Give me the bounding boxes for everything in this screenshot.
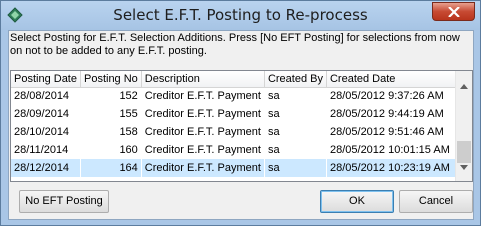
cell-created-by: sa (264, 123, 327, 141)
cell-posting-date: 28/08/2014 (11, 87, 81, 105)
cell-created-by: sa (264, 141, 327, 159)
scroll-up-arrow-icon[interactable] (460, 76, 468, 94)
cell-posting-no: 155 (80, 105, 142, 123)
cell-description: Creditor E.F.T. Payment (141, 123, 265, 141)
no-eft-posting-button[interactable]: No EFT Posting (19, 190, 109, 213)
cell-posting-date: 28/09/2014 (11, 105, 81, 123)
cell-posting-no: 152 (80, 87, 142, 105)
table-row[interactable]: 28/09/2014 155 Creditor E.F.T. Payment s… (11, 105, 465, 123)
column-header-created-date[interactable]: Created Date (326, 71, 465, 88)
cell-description: Creditor E.F.T. Payment (141, 141, 265, 159)
cell-created-by: sa (264, 105, 327, 123)
cell-created-date: 28/05/2012 10:23:19 AM (326, 159, 465, 177)
cell-description: Creditor E.F.T. Payment (141, 87, 265, 105)
cell-description: Creditor E.F.T. Payment (141, 105, 265, 123)
cell-posting-no: 164 (80, 159, 142, 177)
cell-posting-date: 28/10/2014 (11, 123, 81, 141)
header-row: Posting Date Posting No Description Crea… (11, 71, 465, 88)
postings-grid[interactable]: Posting Date Posting No Description Crea… (10, 70, 473, 182)
close-button[interactable] (432, 2, 475, 21)
scroll-down-arrow-icon[interactable] (460, 157, 468, 175)
column-header-description[interactable]: Description (141, 71, 265, 88)
table-row-selected[interactable]: 28/12/2014 164 Creditor E.F.T. Payment s… (11, 159, 465, 177)
title-bar[interactable]: Select E.F.T. Posting to Re-process (1, 1, 480, 30)
cell-created-by: sa (264, 159, 327, 177)
cell-description: Creditor E.F.T. Payment (141, 159, 265, 177)
cell-posting-no: 158 (80, 123, 142, 141)
cancel-button[interactable]: Cancel (399, 190, 473, 213)
dialog-window: Select E.F.T. Posting to Re-process Sele… (0, 0, 481, 226)
cell-posting-date: 28/12/2014 (11, 159, 81, 177)
cell-created-date: 28/05/2012 9:44:19 AM (326, 105, 465, 123)
vertical-scrollbar[interactable] (455, 71, 472, 181)
cell-created-by: sa (264, 87, 327, 105)
cell-created-date: 28/05/2012 9:51:46 AM (326, 123, 465, 141)
table-row[interactable]: 28/08/2014 152 Creditor E.F.T. Payment s… (11, 87, 465, 105)
instructions-text: Select Posting for E.F.T. Selection Addi… (10, 32, 460, 57)
cell-created-date: 28/05/2012 10:01:15 AM (326, 141, 465, 159)
dialog-body: Select Posting for E.F.T. Selection Addi… (8, 30, 474, 220)
postings-table: Posting Date Posting No Description Crea… (11, 71, 465, 177)
cell-posting-no: 160 (80, 141, 142, 159)
window-title: Select E.F.T. Posting to Re-process (113, 6, 368, 24)
column-header-posting-date[interactable]: Posting Date (11, 71, 81, 88)
ok-button[interactable]: OK (320, 190, 394, 213)
table-row[interactable]: 28/10/2014 158 Creditor E.F.T. Payment s… (11, 123, 465, 141)
cell-posting-date: 28/11/2014 (11, 141, 81, 159)
cell-created-date: 28/05/2012 9:37:26 AM (326, 87, 465, 105)
column-header-created-by[interactable]: Created By (264, 71, 327, 88)
table-row[interactable]: 28/11/2014 160 Creditor E.F.T. Payment s… (11, 141, 465, 159)
column-header-posting-no[interactable]: Posting No (80, 71, 142, 88)
